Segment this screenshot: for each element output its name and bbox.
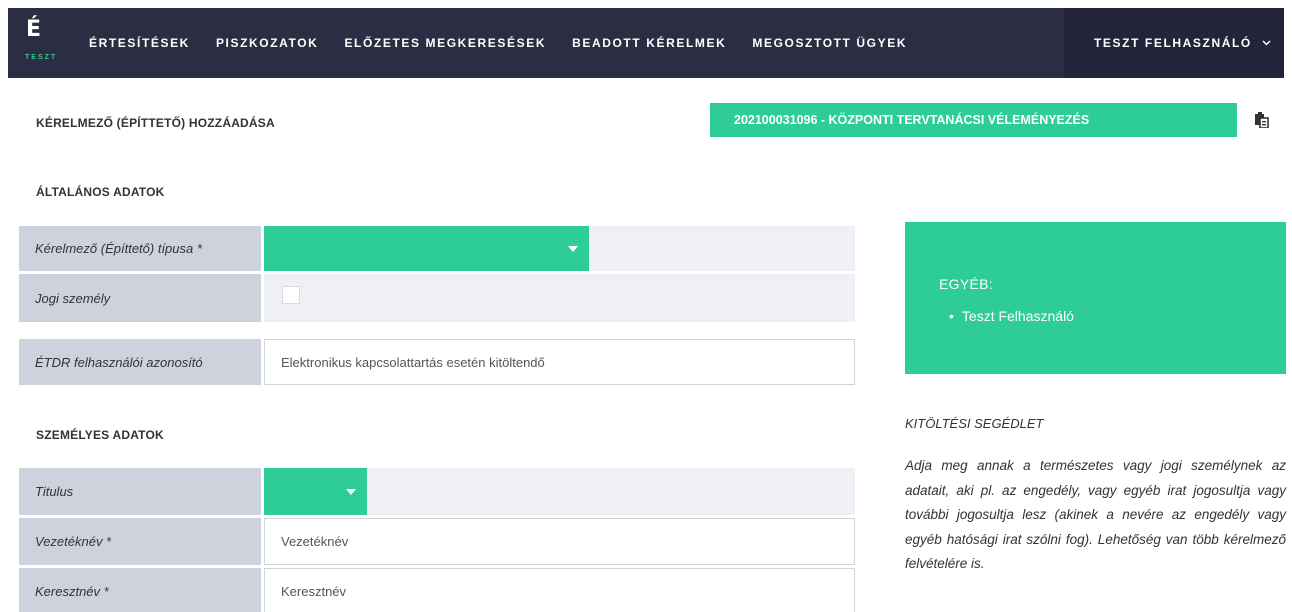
chevron-down-icon: [568, 245, 578, 252]
lastname-input[interactable]: Vezetéknév: [264, 518, 855, 565]
legal-person-checkbox[interactable]: [282, 286, 300, 304]
logo-letter: É: [26, 17, 42, 42]
nav-item-drafts[interactable]: PISZKOZATOK: [216, 36, 319, 50]
applicant-type-select[interactable]: [264, 226, 589, 271]
etdr-id-input[interactable]: Elektronikus kapcsolattartás esetén kitö…: [264, 339, 855, 385]
legal-person-row: [264, 274, 855, 322]
help-text: Adja meg annak a természetes vagy jogi s…: [905, 458, 1286, 571]
legal-person-label: Jogi személy: [19, 274, 261, 322]
general-section-title: ÁLTALÁNOS ADATOK: [36, 185, 165, 199]
nav-item-shared-cases[interactable]: MEGOSZTOTT ÜGYEK: [752, 36, 907, 50]
personal-section-title: SZEMÉLYES ADATOK: [36, 428, 164, 442]
firstname-input[interactable]: Keresztnév: [264, 568, 855, 612]
top-navigation: É TESZT ÉRTESÍTÉSEK PISZKOZATOK ELŐZETES…: [8, 8, 1284, 78]
main-nav: ÉRTESÍTÉSEK PISZKOZATOK ELŐZETES MEGKERE…: [89, 8, 933, 78]
lastname-label: Vezetéknév *: [19, 518, 261, 565]
case-banner: 202100031096 - KÖZPONTI TERVTANÁCSI VÉLE…: [710, 103, 1237, 137]
user-menu[interactable]: TESZT FELHASZNÁLÓ: [1064, 8, 1284, 78]
help-title: KITÖLTÉSI SEGÉDLET: [905, 416, 1044, 431]
chevron-down-icon: [346, 488, 356, 495]
info-box-list: Teszt Felhasználó: [962, 308, 1074, 324]
applicant-type-label: Kérelmező (Építtető) típusa *: [19, 226, 261, 271]
nav-item-notifications[interactable]: ÉRTESÍTÉSEK: [89, 36, 190, 50]
applicant-summary-box: EGYÉB: Teszt Felhasználó: [905, 222, 1286, 374]
list-item: Teszt Felhasználó: [962, 308, 1074, 324]
etdr-id-label: ÉTDR felhasználói azonosító: [19, 339, 261, 385]
user-name: TESZT FELHASZNÁLÓ: [1094, 36, 1252, 50]
page-title: KÉRELMEZŐ (ÉPÍTTETŐ) HOZZÁADÁSA: [36, 116, 275, 130]
title-select[interactable]: [264, 468, 367, 515]
nav-item-preliminary-requests[interactable]: ELŐZETES MEGKERESÉSEK: [344, 36, 546, 50]
title-label: Titulus: [19, 468, 261, 515]
logo-env-label: TESZT: [25, 54, 58, 61]
nav-item-submitted-requests[interactable]: BEADOTT KÉRELMEK: [572, 36, 726, 50]
info-box-title: EGYÉB:: [939, 276, 993, 292]
firstname-label: Keresztnév *: [19, 568, 261, 612]
copy-icon[interactable]: [1255, 112, 1269, 129]
chevron-down-icon: [1262, 38, 1271, 49]
app-logo[interactable]: É TESZT: [8, 8, 73, 78]
